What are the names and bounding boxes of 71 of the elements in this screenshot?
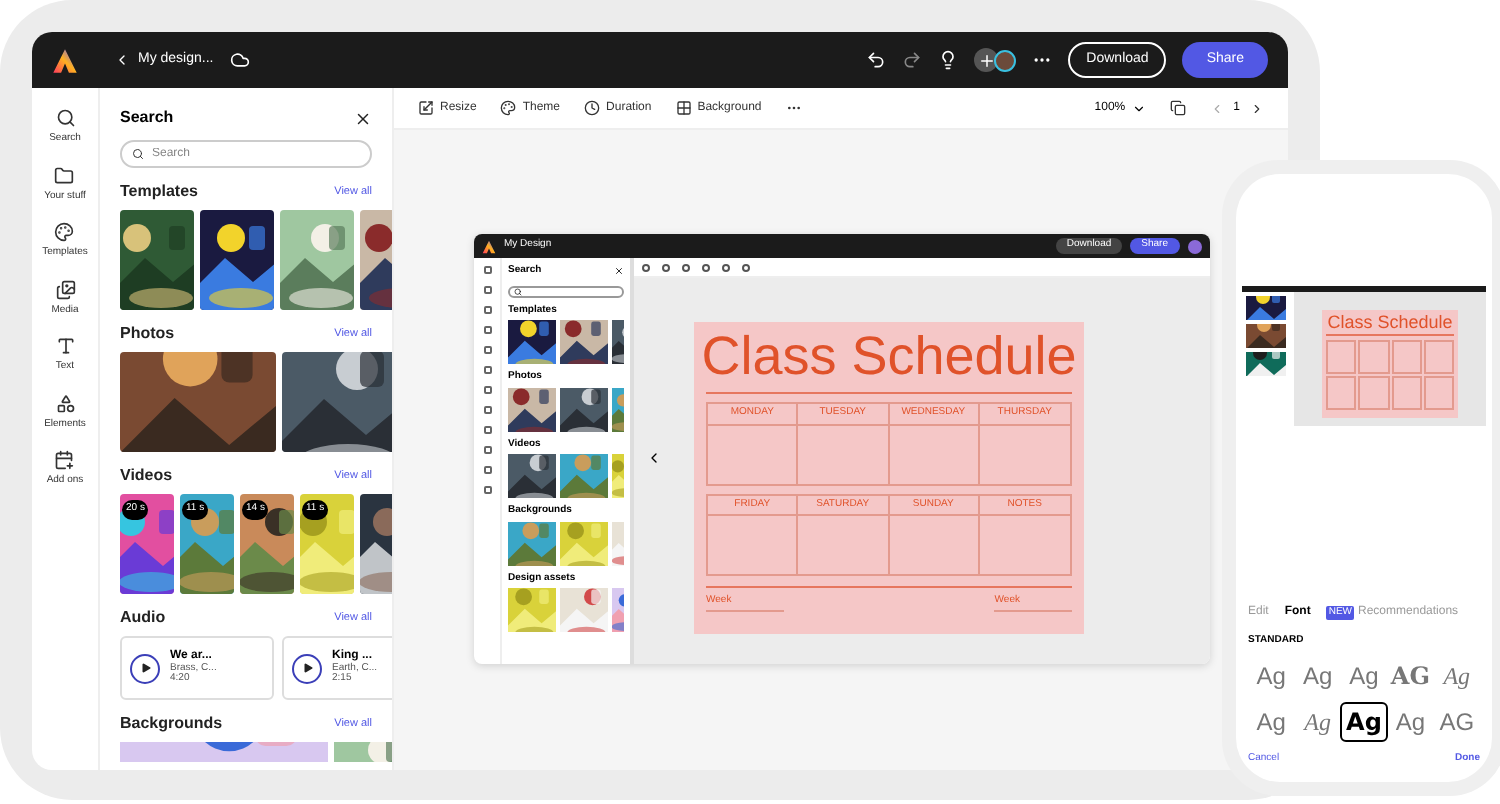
rail-icon[interactable] bbox=[483, 286, 491, 294]
rail-icon[interactable] bbox=[483, 426, 491, 434]
font-sample: Ag bbox=[1256, 705, 1286, 737]
section-title: Videos bbox=[120, 464, 173, 488]
schedule-title: Class Schedule bbox=[1327, 310, 1453, 334]
rail-icon[interactable] bbox=[483, 386, 491, 394]
toolbar-item-icon[interactable] bbox=[642, 263, 650, 271]
font-sample: Ag bbox=[1349, 659, 1379, 691]
logo-icon[interactable] bbox=[52, 47, 78, 73]
caret-icon bbox=[1131, 101, 1146, 115]
toolbar-item-icon[interactable] bbox=[682, 263, 690, 271]
play-icon[interactable] bbox=[130, 653, 160, 683]
images-icon[interactable] bbox=[55, 279, 75, 299]
redo-icon[interactable] bbox=[902, 50, 923, 70]
rail-icon[interactable] bbox=[483, 466, 491, 474]
toolbar-item-icon[interactable] bbox=[742, 263, 750, 271]
chevron-left-icon[interactable] bbox=[646, 450, 662, 466]
rail-icon[interactable] bbox=[483, 346, 491, 354]
section-title: Photos bbox=[120, 322, 175, 346]
font-option[interactable]: Ag bbox=[1248, 701, 1295, 741]
rail-icon[interactable] bbox=[483, 266, 491, 274]
rail-icon[interactable] bbox=[483, 406, 491, 414]
toolbar-item-icon[interactable] bbox=[702, 263, 710, 271]
undo-icon[interactable] bbox=[866, 50, 887, 70]
rail-icon[interactable] bbox=[483, 446, 491, 454]
font-option[interactable]: Ag bbox=[1387, 701, 1434, 741]
close-icon[interactable] bbox=[354, 109, 372, 127]
font-option[interactable]: Ag bbox=[1248, 655, 1295, 695]
schedule-title: Class Schedule bbox=[701, 324, 1077, 390]
grid-icon bbox=[675, 100, 692, 116]
mini-search-field[interactable] bbox=[508, 285, 624, 297]
font-sample: Ag bbox=[1304, 705, 1331, 737]
font-option[interactable]: Ag bbox=[1340, 655, 1388, 695]
lightbulb-icon[interactable] bbox=[938, 50, 959, 70]
search-icon bbox=[514, 287, 522, 295]
toolbar-item-icon[interactable] bbox=[722, 263, 730, 271]
letter-t-icon[interactable] bbox=[55, 336, 75, 356]
section-title: Backgrounds bbox=[120, 712, 223, 736]
next-icon[interactable] bbox=[1250, 101, 1264, 115]
rail-icon[interactable] bbox=[483, 486, 491, 494]
palette-icon bbox=[500, 100, 517, 116]
font-option[interactable]: Ag bbox=[1294, 701, 1341, 741]
font-option[interactable]: Ag bbox=[1433, 655, 1480, 695]
shapes-icon[interactable] bbox=[55, 393, 75, 413]
back-icon[interactable] bbox=[114, 52, 130, 68]
font-sample: Ag bbox=[1302, 659, 1333, 691]
plus-icon[interactable] bbox=[974, 48, 999, 72]
font-sample: Ag bbox=[1395, 705, 1426, 737]
resize-icon bbox=[418, 100, 434, 116]
search-icon[interactable] bbox=[55, 108, 75, 128]
avatar[interactable] bbox=[1188, 239, 1202, 253]
search-icon bbox=[132, 148, 144, 160]
section-title: Audio bbox=[120, 606, 166, 630]
pages-icon[interactable] bbox=[1169, 100, 1186, 116]
section-title: Templates bbox=[120, 180, 198, 204]
rail-icon[interactable] bbox=[483, 326, 491, 334]
clock-icon bbox=[584, 100, 601, 116]
folder-icon[interactable] bbox=[54, 165, 75, 185]
font-sample: Ag bbox=[1256, 659, 1286, 691]
panel-title: Search bbox=[120, 106, 174, 130]
font-sample: Ag bbox=[1443, 659, 1471, 691]
rail-icon[interactable] bbox=[483, 306, 491, 314]
logo-icon[interactable] bbox=[482, 239, 496, 253]
toolbar-item-icon[interactable] bbox=[662, 263, 670, 271]
play-icon[interactable] bbox=[292, 653, 322, 683]
avatar[interactable] bbox=[994, 49, 1017, 71]
cloud-icon[interactable] bbox=[229, 50, 250, 70]
rail-icon[interactable] bbox=[483, 366, 491, 374]
palette-icon[interactable] bbox=[54, 222, 75, 242]
calendar-plus-icon[interactable] bbox=[54, 450, 75, 470]
font-option[interactable]: Ag bbox=[1294, 655, 1341, 695]
